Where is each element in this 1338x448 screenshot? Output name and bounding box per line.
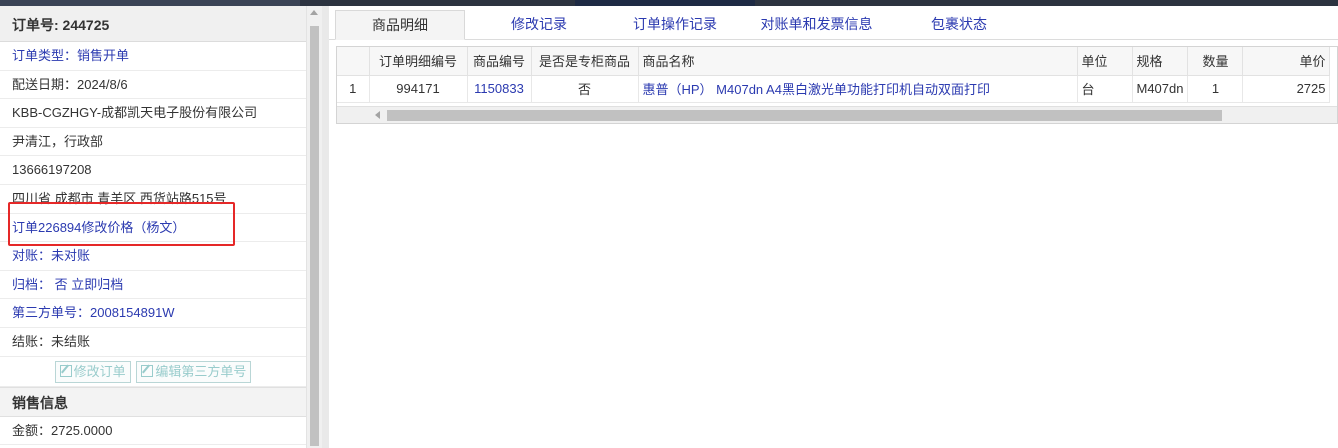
order-amount: 金额：2725.0000 <box>0 417 306 446</box>
edit-icon <box>59 364 72 377</box>
cell-unit: 台 <box>1077 75 1133 103</box>
product-table: 订单明细编号 商品编号 是否是专柜商品 商品名称 单位 规格 数量 单价 1 9… <box>336 46 1338 124</box>
table-horizontal-scrollbar[interactable] <box>337 106 1337 123</box>
contact-phone: 13666197208 <box>0 156 306 185</box>
order-type: 订单类型：销售开单 <box>0 42 306 71</box>
cell-unit-price: 2725 <box>1242 75 1331 103</box>
third-party-number[interactable]: 第三方单号：2008154891W <box>0 299 306 328</box>
cell-spec: M407dn <box>1132 75 1189 103</box>
reconcile-status[interactable]: 对账：未对账 <box>0 242 306 271</box>
column-header-spec[interactable]: 规格 <box>1132 47 1189 76</box>
cell-product-id-link[interactable]: 1150833 <box>467 75 532 103</box>
settlement-status: 结账：未结账 <box>0 328 306 357</box>
table-header-row: 订单明细编号 商品编号 是否是专柜商品 商品名称 单位 规格 数量 单价 <box>337 47 1331 76</box>
cell-index: 1 <box>337 75 370 103</box>
cell-quantity: 1 <box>1187 75 1244 103</box>
detail-panel: 商品明细 修改记录 订单操作记录 对账单和发票信息 包裹状态 订单明细编号 商品… <box>329 6 1338 448</box>
edit-third-party-button[interactable]: 编辑第三方单号 <box>136 360 252 383</box>
scrollbar-thumb[interactable] <box>310 26 319 446</box>
archive-status[interactable]: 归档： 否 立即归档 <box>0 271 306 300</box>
column-header-product-id[interactable]: 商品编号 <box>467 47 532 76</box>
horizontal-scrollbar-thumb[interactable] <box>387 110 1222 121</box>
cell-detail-id: 994171 <box>369 75 468 103</box>
tab-package-status[interactable]: 包裹状态 <box>904 10 1014 40</box>
tab-statement-invoice[interactable]: 对账单和发票信息 <box>744 10 889 40</box>
tab-modification-log[interactable]: 修改记录 <box>489 10 589 40</box>
sales-info-heading: 销售信息 <box>0 386 306 417</box>
column-header-quantity[interactable]: 数量 <box>1187 47 1244 76</box>
edit-icon <box>141 364 154 377</box>
column-header-detail-id[interactable]: 订单明细编号 <box>369 47 468 76</box>
tab-order-operation-log[interactable]: 订单操作记录 <box>615 10 735 40</box>
scroll-left-icon[interactable] <box>375 111 380 119</box>
column-header-product-name[interactable]: 商品名称 <box>638 47 1078 76</box>
order-actions: 修改订单 编辑第三方单号 <box>0 357 306 387</box>
column-header-counter-item[interactable]: 是否是专柜商品 <box>531 47 639 76</box>
left-scrollbar[interactable] <box>307 6 322 448</box>
edit-third-party-label: 编辑第三方单号 <box>155 363 247 379</box>
edit-order-button[interactable]: 修改订单 <box>54 360 131 383</box>
contact-person: 尹清江，行政部 <box>0 128 306 157</box>
highlight-box <box>8 202 235 246</box>
cell-product-name-link[interactable]: 惠普（HP） M407dn A4黑白激光单功能打印机自动双面打印 <box>638 75 1078 103</box>
column-header-index <box>337 47 370 76</box>
cell-counter-item: 否 <box>531 75 639 103</box>
table-row[interactable]: 1 994171 1150833 否 惠普（HP） M407dn A4黑白激光单… <box>337 75 1331 103</box>
order-number-heading: 订单号: 244725 <box>0 6 306 42</box>
scroll-up-icon[interactable] <box>310 10 318 15</box>
customer-name: KBB-CGZHGY-成都凯天电子股份有限公司 <box>0 99 306 128</box>
edit-order-label: 修改订单 <box>73 363 126 379</box>
delivery-date: 配送日期：2024/8/6 <box>0 71 306 100</box>
column-header-unit-price[interactable]: 单价 <box>1242 47 1331 76</box>
panel-divider[interactable] <box>322 6 329 448</box>
tab-bar: 商品明细 修改记录 订单操作记录 对账单和发票信息 包裹状态 <box>329 6 1338 40</box>
tab-product-details[interactable]: 商品明细 <box>335 10 465 40</box>
column-header-unit[interactable]: 单位 <box>1077 47 1133 76</box>
